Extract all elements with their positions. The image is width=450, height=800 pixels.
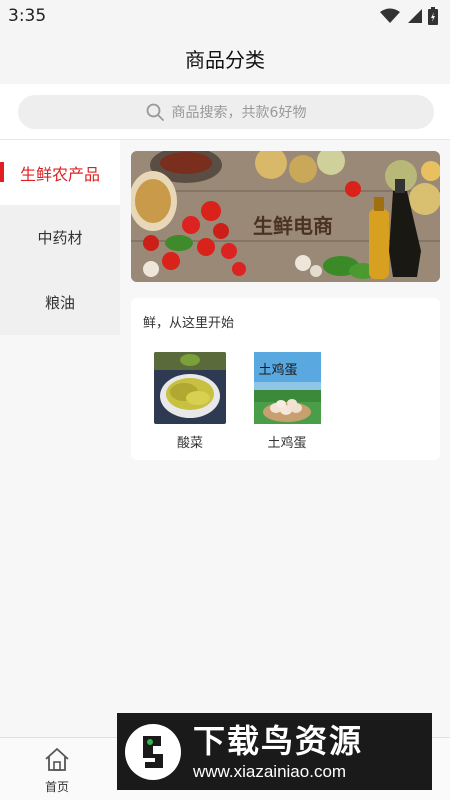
sidebar-item-label: 生鲜农产品 xyxy=(19,164,100,184)
search-input[interactable]: 商品搜索，共款6好物 xyxy=(18,95,434,129)
product-image: 土鸡蛋 xyxy=(251,352,323,424)
status-time: 3:35 xyxy=(8,6,47,26)
bird-logo-icon xyxy=(123,722,183,782)
category-sidebar: 生鲜农产品 中药材 粮油 xyxy=(0,140,120,335)
section-title: 鲜，从这里开始 xyxy=(143,316,235,331)
status-icons xyxy=(380,7,438,25)
tab-home[interactable]: 首页 xyxy=(30,746,84,795)
product-image xyxy=(154,352,226,424)
product-card: 鲜，从这里开始 酸菜 土鸡蛋 土鸡蛋 xyxy=(131,298,440,460)
header: 商品分类 xyxy=(0,32,450,84)
product-name: 酸菜 xyxy=(176,436,203,451)
search-placeholder: 商品搜索，共款6好物 xyxy=(171,105,307,121)
sidebar-item-fresh-produce[interactable]: 生鲜农产品 xyxy=(0,140,120,205)
product-item-free-range-eggs[interactable]: 土鸡蛋 土鸡蛋 xyxy=(251,352,323,451)
sidebar-item-label: 粮油 xyxy=(44,294,75,312)
signal-icon xyxy=(408,9,422,23)
product-image-text: 土鸡蛋 xyxy=(258,362,297,378)
battery-icon xyxy=(428,7,438,25)
wifi-icon xyxy=(380,8,400,23)
watermark-url: www.xiazainiao.com xyxy=(193,761,347,781)
product-item-pickled-cabbage[interactable]: 酸菜 xyxy=(154,352,226,451)
home-icon xyxy=(45,748,69,771)
sidebar-item-herbs[interactable]: 中药材 xyxy=(0,205,120,270)
search-bar: 商品搜索，共款6好物 xyxy=(0,84,450,140)
sidebar-item-grain-oil[interactable]: 粮油 xyxy=(0,270,120,335)
banner-image: 生鲜电商 xyxy=(131,151,440,282)
category-banner[interactable]: 生鲜电商 xyxy=(131,151,440,282)
search-icon xyxy=(146,103,164,121)
tab-label: 首页 xyxy=(44,780,69,794)
watermark-title: 下载鸟资源 xyxy=(193,721,364,760)
sidebar-item-label: 中药材 xyxy=(37,229,83,247)
banner-text: 生鲜电商 xyxy=(253,214,333,238)
watermark-overlay: 下载鸟资源 www.xiazainiao.com xyxy=(117,713,432,790)
product-name: 土鸡蛋 xyxy=(267,436,307,451)
page-title: 商品分类 xyxy=(185,47,265,72)
status-bar: 3:35 xyxy=(0,0,450,32)
